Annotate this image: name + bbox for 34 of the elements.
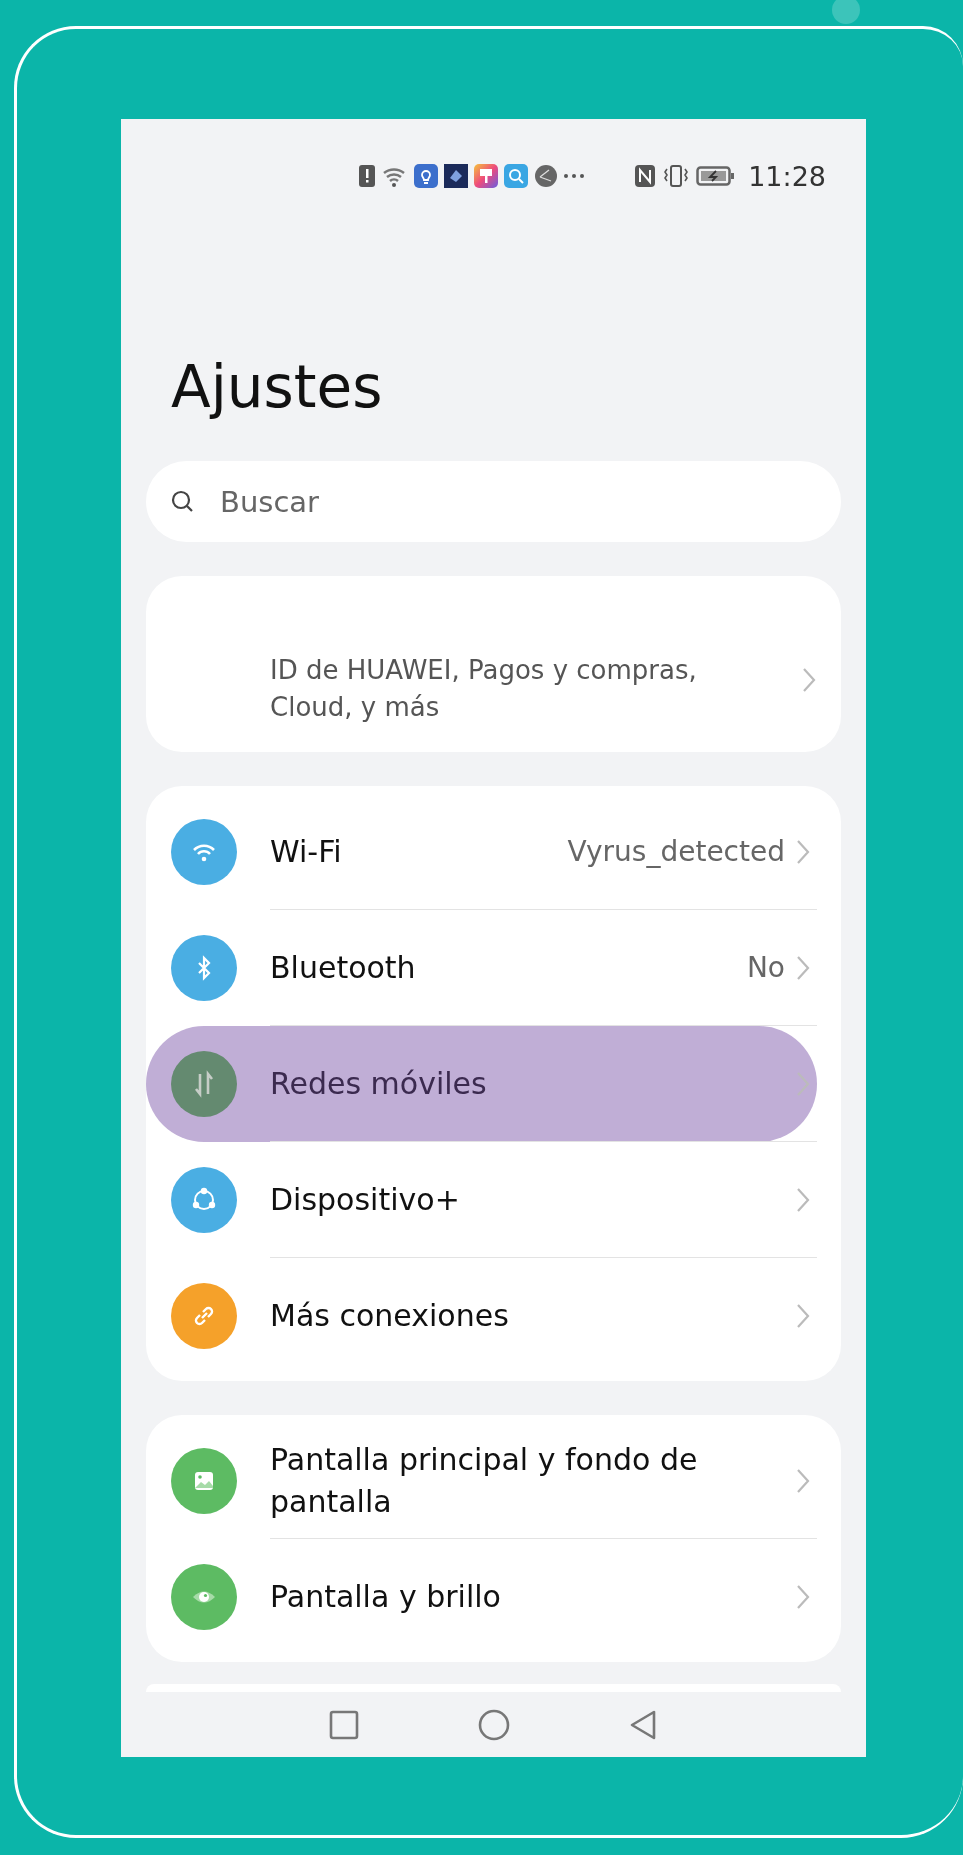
brush-icon <box>474 164 499 188</box>
nfc-icon <box>634 164 657 188</box>
account-subtitle: ID de HUAWEI, Pagos y compras, Cloud, y más <box>270 654 698 724</box>
settings-row[interactable]: Dispositivo+ <box>270 1142 817 1258</box>
more-icon <box>564 174 585 178</box>
settings-row[interactable]: Más conexiones <box>270 1258 817 1373</box>
settings-row[interactable]: Pantalla principal y fondo de pantalla <box>270 1423 817 1539</box>
app-icon <box>444 164 469 188</box>
search-field[interactable]: Buscar <box>146 461 841 542</box>
recents-button[interactable] <box>327 1708 360 1741</box>
settings-row[interactable]: Wi-Fi Vyrus_detected <box>270 794 817 910</box>
highlighted-row[interactable]: Redes móviles <box>146 1026 817 1142</box>
alert-icon <box>358 164 377 188</box>
globe-icon <box>534 164 559 188</box>
setting-value: Vyrus_detected <box>567 835 785 868</box>
page-title: Ajustes <box>171 352 384 423</box>
vibrate-icon <box>662 164 691 188</box>
setting-label: Dispositivo+ <box>270 1180 461 1219</box>
battery-charging-icon <box>696 164 737 188</box>
setting-label: Bluetooth <box>270 948 417 987</box>
settings-row[interactable]: Pantalla y brillo <box>270 1539 817 1654</box>
lightbulb-icon <box>414 164 439 188</box>
setting-value: No <box>746 951 785 984</box>
chevron-icon <box>801 666 817 694</box>
setting-label: Más conexiones <box>270 1296 510 1335</box>
dot-decoration <box>832 0 860 24</box>
status-time: 11:28 <box>748 160 826 192</box>
account-card[interactable]: ID de HUAWEI, Pagos y compras, Cloud, y más <box>146 576 841 752</box>
setting-label: Wi-Fi <box>270 832 343 871</box>
setting-label: Pantalla y brillo <box>270 1577 502 1616</box>
setting-label: Pantalla principal y fondo de pantalla <box>270 1440 699 1521</box>
home-button[interactable] <box>477 1708 510 1741</box>
setting-label: Redes móviles <box>270 1064 488 1103</box>
search-icon <box>504 164 529 188</box>
